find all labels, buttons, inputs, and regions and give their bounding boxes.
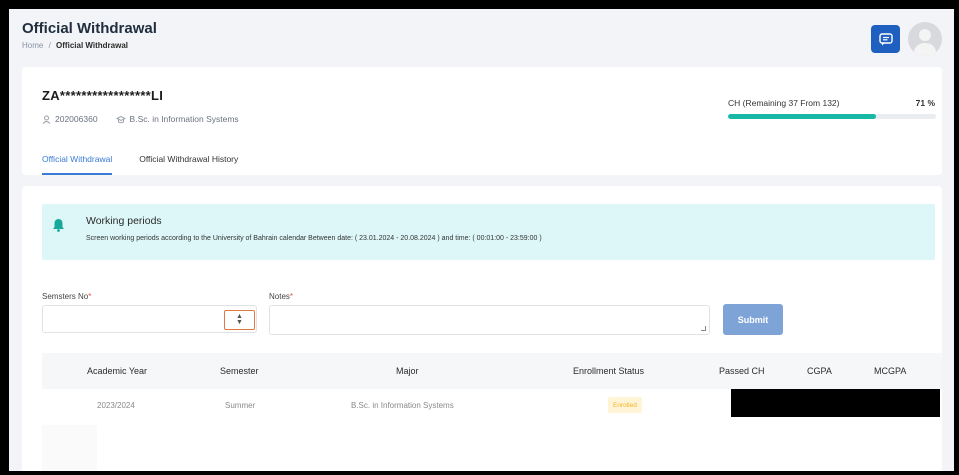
cell-major: B.Sc. in Information Systems (351, 401, 454, 410)
progress-fill (728, 114, 876, 119)
required-mark: * (88, 292, 92, 301)
submit-button[interactable]: Submit (723, 304, 783, 335)
status-badge: Enrolled (608, 397, 642, 413)
tab-official-withdrawal-history[interactable]: Official Withdrawal History (139, 154, 238, 175)
notes-label-text: Notes (269, 292, 290, 301)
student-id: 202006360 (55, 114, 98, 124)
semesters-input[interactable]: ▲ ▼ (42, 305, 257, 333)
chat-icon (878, 32, 893, 45)
student-profile-card: ZA*****************LI 202006360 B.Sc. in… (22, 67, 942, 175)
breadcrumb-home[interactable]: Home (22, 41, 43, 50)
breadcrumb-current: Official Withdrawal (56, 41, 128, 50)
semesters-stepper[interactable]: ▲ ▼ (224, 310, 255, 330)
student-meta: 202006360 B.Sc. in Information Systems (42, 114, 239, 124)
alert-title: Working periods (86, 215, 162, 227)
cell-semester: Summer (225, 401, 256, 410)
student-name: ZA*****************LI (42, 88, 164, 103)
bell-icon (53, 219, 64, 232)
graduation-cap-icon (115, 115, 126, 123)
working-periods-alert: Working periods Screen working periods a… (42, 204, 935, 260)
breadcrumb-separator: / (48, 41, 51, 50)
credit-hours-progress (728, 114, 936, 119)
avatar-head-shape (919, 29, 931, 41)
column-header: Major (396, 366, 419, 376)
column-header: Enrollment Status (573, 366, 645, 376)
breadcrumb: Home / Official Withdrawal (22, 41, 128, 50)
tab-bar: Official Withdrawal Official Withdrawal … (42, 154, 238, 175)
table-empty-area (42, 425, 97, 471)
column-header: Academic Year (87, 366, 148, 376)
student-program: B.Sc. in Information Systems (129, 114, 239, 124)
credit-hours-percent: 71 % (915, 98, 935, 108)
column-header: CGPA (807, 366, 832, 376)
cell-academic-year: 2023/2024 (97, 401, 135, 410)
id-card-icon (42, 115, 51, 124)
user-avatar[interactable] (908, 22, 942, 56)
column-header: MCGPA (874, 366, 907, 376)
avatar-body-shape (914, 43, 936, 56)
semesters-label: Semsters No* (42, 292, 91, 301)
notes-label: Notes* (269, 292, 293, 301)
resize-handle-icon[interactable] (701, 326, 706, 331)
column-header: Passed CH (719, 366, 765, 376)
redacted-block (731, 389, 940, 417)
top-bar: Official Withdrawal Home / Official With… (9, 9, 954, 67)
semesters-label-text: Semsters No (42, 292, 89, 301)
required-mark: * (289, 292, 294, 301)
stepper-down-icon[interactable]: ▼ (236, 319, 243, 326)
withdrawal-form-card: Working periods Screen working periods a… (22, 186, 942, 471)
table-row[interactable]: 2023/2024 Summer B.Sc. in Information Sy… (42, 389, 942, 425)
alert-text: Screen working periods according to the … (86, 235, 542, 242)
tab-official-withdrawal[interactable]: Official Withdrawal (42, 154, 113, 175)
notes-textarea[interactable] (269, 305, 710, 335)
app-frame: Official Withdrawal Home / Official With… (9, 9, 954, 471)
page-title: Official Withdrawal (22, 20, 157, 37)
chat-button[interactable] (871, 25, 900, 53)
table-header: Academic Year Semester Major Enrollment … (42, 353, 942, 389)
credit-hours-label: CH (Remaining 37 From 132) (728, 98, 840, 108)
column-header: Semester (220, 366, 259, 376)
